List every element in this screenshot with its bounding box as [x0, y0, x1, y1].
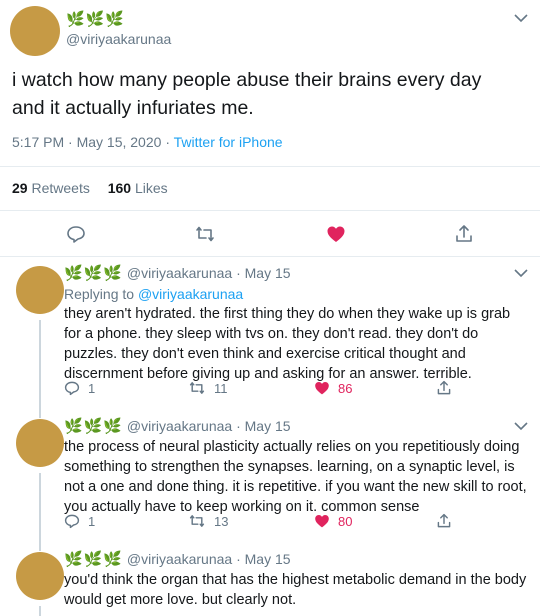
- replying-to-label: Replying to: [64, 286, 135, 302]
- reply-date[interactable]: · May 15: [236, 265, 290, 281]
- reply-button[interactable]: 1: [64, 513, 95, 529]
- reply-header: 🌿🌿🌿 @viriyaakarunaa · May 15: [64, 550, 291, 568]
- reply-text: the process of neural plasticity actuall…: [64, 439, 527, 515]
- share-button[interactable]: [436, 513, 452, 529]
- likes-label: Likes: [134, 180, 168, 196]
- display-name[interactable]: 🌿🌿🌿: [66, 10, 125, 28]
- tweet-text: i watch how many people abuse their brai…: [12, 69, 482, 119]
- reply-date[interactable]: · May 15: [236, 551, 290, 567]
- reply-icon: [64, 381, 80, 396]
- retweet-icon: [189, 515, 205, 527]
- handle[interactable]: @viriyaakarunaa: [66, 31, 171, 47]
- tweet-thread: 🌿🌿🌿 @viriyaakarunaa i watch how many peo…: [0, 0, 540, 616]
- reply-button[interactable]: 1: [64, 380, 95, 396]
- thread-line: [39, 404, 41, 418]
- stats-row: 29 Retweets 160 Likes: [12, 180, 168, 196]
- retweets-label: Retweets: [31, 180, 90, 196]
- reply-button[interactable]: [66, 224, 86, 244]
- separator: ·: [165, 134, 170, 150]
- replying-to: Replying to @viriyaakarunaa: [64, 286, 243, 302]
- chevron-down-icon[interactable]: [514, 422, 528, 431]
- heart-filled-icon: [315, 515, 329, 528]
- like-button[interactable]: 86: [314, 380, 352, 396]
- chevron-down-icon[interactable]: [514, 269, 528, 278]
- divider: [0, 166, 540, 167]
- like-count: 80: [338, 513, 353, 529]
- heart-filled-icon: [315, 382, 329, 395]
- avatar[interactable]: [16, 419, 64, 467]
- reply-header: 🌿🌿🌿 @viriyaakarunaa · May 15: [64, 417, 291, 435]
- reply-icon: [64, 514, 80, 529]
- share-button[interactable]: [454, 224, 474, 244]
- reply-tweet[interactable]: 🌿🌿🌿 @viriyaakarunaa · May 15 the process…: [0, 404, 540, 543]
- handle[interactable]: @viriyaakarunaa: [127, 418, 232, 434]
- tweet-timestamp-row: 5:17 PM · May 15, 2020 · Twitter for iPh…: [12, 134, 283, 150]
- reply-count: 1: [88, 380, 96, 396]
- reply-header: 🌿🌿🌿 @viriyaakarunaa · May 15: [64, 264, 291, 282]
- avatar[interactable]: [16, 552, 64, 600]
- tweet-client[interactable]: Twitter for iPhone: [174, 134, 283, 150]
- reply-tweet[interactable]: 🌿🌿🌿 @viriyaakarunaa · May 15 you'd think…: [0, 543, 540, 616]
- likes-stat[interactable]: 160 Likes: [108, 180, 168, 196]
- avatar[interactable]: [10, 6, 60, 56]
- display-name[interactable]: 🌿🌿🌿: [64, 265, 123, 282]
- reply-date[interactable]: · May 15: [236, 418, 290, 434]
- reply-tweet[interactable]: 🌿🌿🌿 @viriyaakarunaa · May 15 Replying to…: [0, 264, 540, 404]
- heart-filled-icon: [327, 226, 345, 242]
- retweet-button[interactable]: [194, 224, 216, 244]
- replying-to-handle[interactable]: @viriyaakarunaa: [138, 286, 243, 302]
- like-count: 86: [338, 380, 353, 396]
- retweet-icon: [189, 382, 205, 394]
- retweet-count: 11: [214, 380, 228, 396]
- like-button[interactable]: [326, 224, 346, 244]
- reply-icon: [67, 226, 85, 243]
- reply-text: you'd think the organ that has the highe…: [64, 572, 527, 608]
- handle[interactable]: @viriyaakarunaa: [127, 265, 232, 281]
- thread-line: [39, 473, 41, 543]
- retweet-button[interactable]: 11: [188, 380, 228, 396]
- tweet-time[interactable]: 5:17 PM · May 15, 2020: [12, 134, 161, 150]
- avatar[interactable]: [16, 266, 64, 314]
- chevron-down-icon[interactable]: [514, 14, 528, 23]
- display-name[interactable]: 🌿🌿🌿: [64, 551, 123, 568]
- share-button[interactable]: [436, 380, 452, 396]
- retweets-stat[interactable]: 29 Retweets: [12, 180, 94, 196]
- share-icon: [437, 513, 451, 528]
- thread-line: [39, 543, 41, 551]
- thread-line: [39, 320, 41, 404]
- reply-text: they aren't hydrated. the first thing th…: [64, 306, 511, 382]
- display-name[interactable]: 🌿🌿🌿: [64, 418, 123, 435]
- like-button[interactable]: 80: [314, 513, 352, 529]
- divider: [0, 256, 540, 257]
- retweets-count: 29: [12, 180, 28, 196]
- retweet-count: 13: [214, 513, 229, 529]
- divider: [0, 210, 540, 211]
- retweet-icon: [196, 226, 214, 242]
- retweet-button[interactable]: 13: [188, 513, 228, 529]
- handle[interactable]: @viriyaakarunaa: [127, 551, 232, 567]
- likes-count: 160: [107, 180, 132, 196]
- share-icon: [437, 380, 451, 395]
- thread-line: [39, 606, 41, 616]
- reply-count: 1: [88, 513, 96, 529]
- share-icon: [456, 225, 472, 242]
